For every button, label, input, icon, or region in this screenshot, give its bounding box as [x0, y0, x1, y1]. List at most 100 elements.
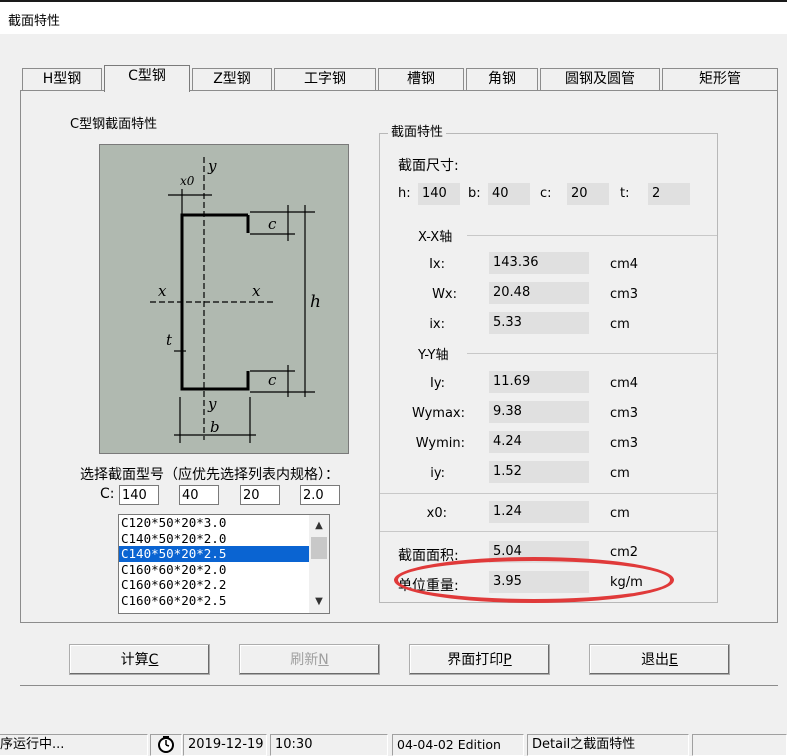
- wymin-label: Wymin:: [415, 436, 465, 451]
- ix-value: 143.36: [489, 252, 589, 274]
- status-text: 序运行中...: [0, 734, 148, 756]
- t-input[interactable]: [300, 485, 340, 505]
- area-separator: [380, 531, 717, 532]
- exit-button-key: E: [669, 652, 678, 668]
- dim-h-value: 140: [418, 183, 460, 205]
- tab-h-steel[interactable]: H型钢: [22, 68, 102, 91]
- iy-value: 11.69: [489, 371, 589, 393]
- tab-channel[interactable]: 槽钢: [378, 68, 464, 91]
- dim-t-value: 2: [648, 183, 690, 205]
- c-section-drawing: y x0 c x x h t c y b: [150, 157, 321, 443]
- yy-separator: [467, 353, 717, 354]
- diagram-label-y-top: y: [207, 157, 217, 175]
- dims-title: 截面尺寸:: [398, 158, 459, 174]
- calc-button-key: C: [148, 652, 159, 668]
- area-unit: cm2: [610, 545, 639, 560]
- status-bar: 序运行中... 2019-12-19 10:30 04-04-02 Editio…: [0, 734, 787, 756]
- ix-small-label: ix:: [429, 317, 445, 332]
- section-model-list[interactable]: C120*50*20*3.0 C140*50*20*2.0 C140*50*20…: [118, 514, 330, 614]
- dim-b-label: b:: [468, 186, 481, 201]
- tab-angle[interactable]: 角钢: [466, 68, 538, 91]
- tab-round-pipe[interactable]: 圆钢及圆管: [540, 68, 660, 91]
- diagram-label-c-top: c: [268, 215, 277, 233]
- print-button-label: 界面打印: [447, 652, 504, 668]
- wx-label: Wx:: [432, 287, 457, 302]
- scroll-thumb[interactable]: [311, 537, 327, 559]
- calc-button-label: 计算: [120, 652, 149, 668]
- ix-small-value: 5.33: [489, 312, 589, 334]
- yy-axis-title: Y-Y轴: [415, 344, 452, 363]
- list-item[interactable]: C140*50*20*2.0: [119, 531, 309, 547]
- dim-c-label: c:: [540, 186, 552, 201]
- wymax-label: Wymax:: [411, 406, 465, 421]
- refresh-button[interactable]: 刷新N: [239, 644, 380, 675]
- select-section-label: 选择截面型号（应优先选择列表内规格）：: [80, 467, 339, 483]
- diagram-label-c-bottom: c: [268, 371, 277, 389]
- c-prefix-label: C:: [100, 486, 115, 502]
- diagram-label-x-right: x: [252, 282, 261, 300]
- tab-z-steel[interactable]: Z型钢: [192, 68, 272, 91]
- wymin-value: 4.24: [489, 431, 589, 453]
- status-edition: 04-04-02 Edition: [392, 734, 524, 756]
- dim-b-value: 40: [488, 183, 530, 205]
- x0-label: x0:: [426, 506, 447, 521]
- props-group-title: 截面特性: [388, 125, 447, 141]
- print-button[interactable]: 界面打印P: [409, 644, 550, 675]
- status-empty: [692, 734, 787, 756]
- h-input[interactable]: [119, 485, 159, 505]
- scroll-down-icon[interactable]: ▼: [309, 593, 329, 611]
- diagram-label-x0: x0: [180, 174, 195, 188]
- xx-axis-title: X-X轴: [415, 226, 456, 245]
- dim-h-label: h:: [398, 186, 411, 201]
- list-item[interactable]: C160*60*20*2.2: [119, 577, 309, 593]
- wx-value: 20.48: [489, 282, 589, 304]
- c-input[interactable]: [240, 485, 280, 505]
- diagram-label-y-bottom: y: [207, 395, 217, 413]
- x0-unit: cm: [610, 506, 630, 521]
- tab-i-beam[interactable]: 工字钢: [274, 68, 376, 91]
- scroll-up-icon[interactable]: ▲: [309, 517, 329, 535]
- x0-separator: [380, 493, 717, 494]
- refresh-button-label: 刷新: [290, 652, 319, 668]
- print-button-key: P: [503, 652, 512, 668]
- title-bar: 截面特性: [0, 0, 787, 34]
- wymin-unit: cm3: [610, 436, 639, 451]
- ix-small-unit: cm: [610, 317, 630, 332]
- iy-small-value: 1.52: [489, 461, 589, 483]
- highlight-ring: [394, 557, 674, 603]
- wx-unit: cm3: [610, 287, 639, 302]
- wymax-value: 9.38: [489, 401, 589, 423]
- diagram-label-h: h: [310, 292, 321, 312]
- ix-label: Ix:: [429, 257, 445, 272]
- list-item[interactable]: C160*60*20*2.5: [119, 593, 309, 609]
- b-input[interactable]: [179, 485, 219, 505]
- list-item-selected[interactable]: C140*50*20*2.5: [119, 546, 309, 562]
- list-scrollbar[interactable]: ▲ ▼: [309, 515, 329, 613]
- dim-c-value: 20: [567, 183, 609, 205]
- exit-button[interactable]: 退出E: [589, 644, 730, 675]
- tab-rect-tube[interactable]: 矩形管: [662, 68, 778, 91]
- iy-small-unit: cm: [610, 466, 630, 481]
- clock-icon: [150, 734, 182, 756]
- refresh-button-key: N: [318, 652, 329, 668]
- c-section-diagram: y x0 c x x h t c y b: [99, 144, 349, 454]
- list-item[interactable]: C160*60*20*2.0: [119, 562, 309, 578]
- calc-button[interactable]: 计算C: [69, 644, 210, 675]
- diagram-label-t: t: [166, 331, 173, 349]
- exit-button-label: 退出: [641, 652, 670, 668]
- status-time: 10:30: [270, 734, 388, 756]
- iy-small-label: iy:: [430, 466, 445, 481]
- diagram-label-x-left: x: [158, 282, 167, 300]
- status-module: Detail之截面特性: [527, 734, 689, 756]
- x0-value: 1.24: [489, 501, 589, 523]
- status-date: 2019-12-19: [183, 734, 267, 756]
- left-group-title: C型钢截面特性: [67, 117, 161, 133]
- tab-c-steel[interactable]: C型钢: [104, 65, 190, 92]
- dim-t-label: t:: [620, 186, 630, 201]
- list-item[interactable]: C120*50*20*3.0: [119, 515, 309, 531]
- iy-label: Iy:: [430, 376, 445, 391]
- window-title: 截面特性: [8, 14, 61, 29]
- diagram-label-b: b: [210, 418, 220, 436]
- tab-strip: H型钢 C型钢 Z型钢 工字钢 槽钢 角钢 圆钢及圆管 矩形管: [22, 65, 780, 92]
- xx-separator: [467, 235, 717, 236]
